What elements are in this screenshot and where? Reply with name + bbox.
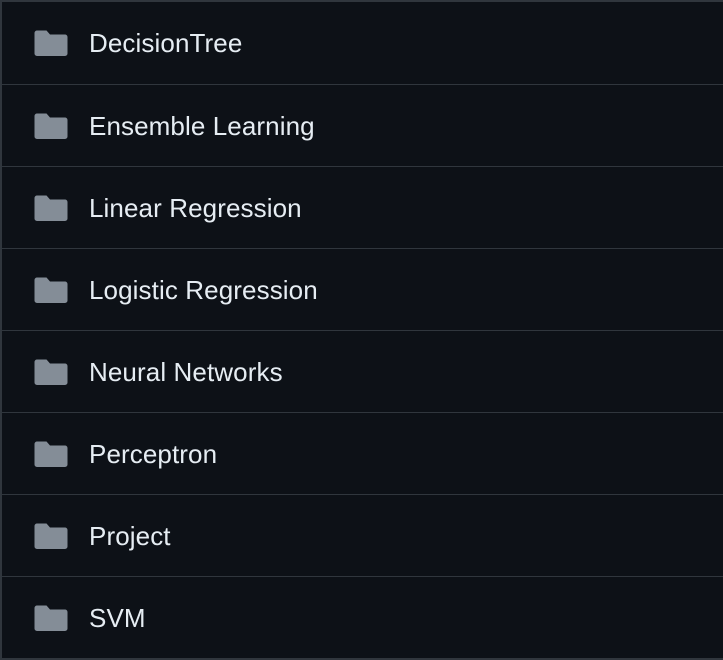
folder-icon [34,522,68,550]
folder-icon [34,276,68,304]
folder-name[interactable]: Linear Regression [89,193,302,223]
folder-icon [34,358,68,386]
folder-row-logistic-regression[interactable]: Logistic Regression [2,248,723,330]
folder-name[interactable]: Logistic Regression [89,275,318,305]
folder-row-perceptron[interactable]: Perceptron [2,412,723,494]
folder-icon [34,604,68,632]
folder-icon [34,440,68,468]
folder-row-project[interactable]: Project [2,494,723,576]
folder-name[interactable]: Project [89,521,171,551]
file-list: DecisionTree Ensemble Learning Linear Re… [0,0,723,660]
folder-row-neural-networks[interactable]: Neural Networks [2,330,723,412]
folder-row-linear-regression[interactable]: Linear Regression [2,166,723,248]
folder-name[interactable]: Perceptron [89,439,217,469]
folder-name[interactable]: DecisionTree [89,28,242,58]
folder-icon [34,112,68,140]
folder-row-decisiontree[interactable]: DecisionTree [2,2,723,84]
folder-name[interactable]: SVM [89,603,146,633]
folder-row-ensemble-learning[interactable]: Ensemble Learning [2,84,723,166]
folder-name[interactable]: Neural Networks [89,357,283,387]
folder-icon [34,29,68,57]
folder-name[interactable]: Ensemble Learning [89,111,315,141]
folder-row-svm[interactable]: SVM [2,576,723,658]
folder-icon [34,194,68,222]
